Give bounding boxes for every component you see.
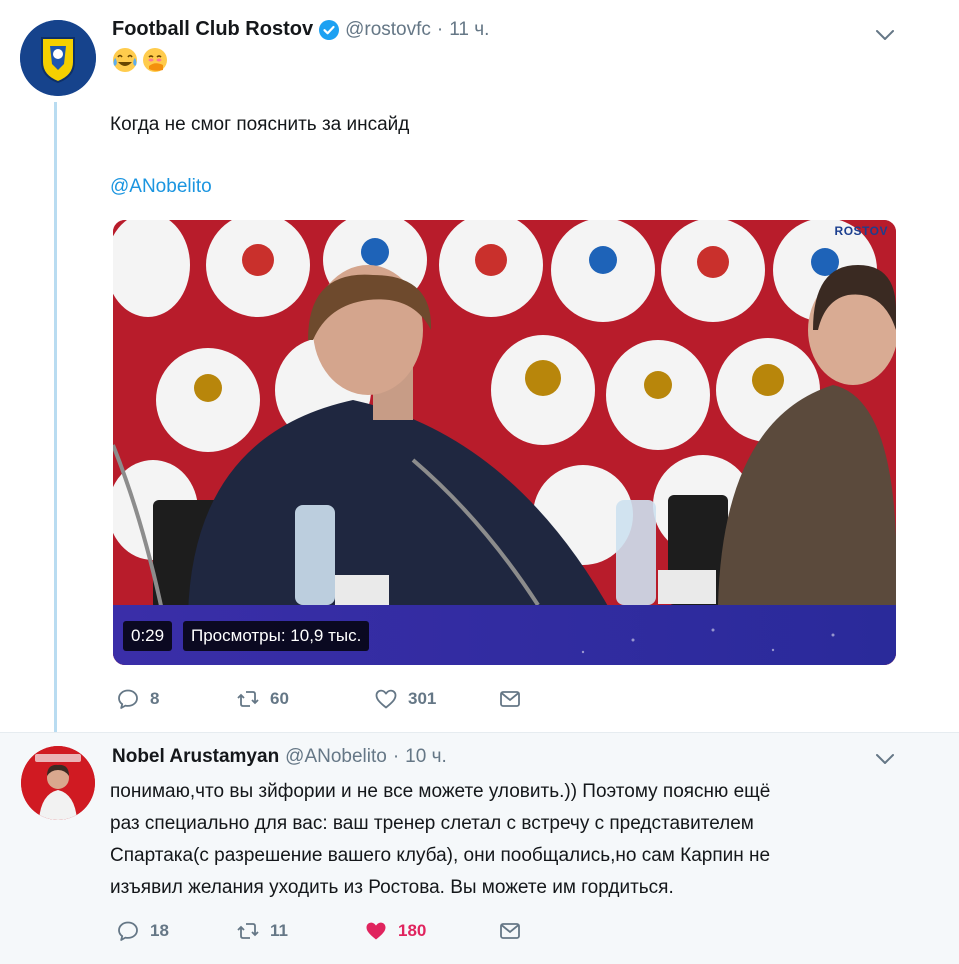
profile-photo-icon [21,746,95,820]
reply-text-line: понимаю,что вы зйфории и не все можете у… [110,781,771,802]
like-count: 301 [408,689,437,708]
retweet-icon [237,691,259,707]
reply-time[interactable]: 10 ч. [405,746,447,768]
reply-count: 8 [150,689,160,708]
like-button-active[interactable]: 180 [364,919,498,943]
author-handle[interactable]: @rostovfc [345,19,431,41]
direct-message-button[interactable] [498,919,522,943]
reply-text-line: Спартака(с разрешение вашего клуба), они… [110,845,771,866]
tweet-main[interactable]: Football Club Rostov @rostovfc · 11 ч. К… [0,0,959,742]
tweet-actions: 8 60 301 [116,687,522,711]
reply-button[interactable]: 18 [116,919,236,943]
reply-header: Nobel Arustamyan @ANobelito · 10 ч. [112,746,447,768]
heart-icon [375,689,397,709]
crying-laughing-emoji-icon [113,48,137,72]
hand-over-mouth-emoji-icon [143,48,167,72]
tweet-header: Football Club Rostov @rostovfc · 11 ч. [112,18,489,41]
reply-icon [118,689,138,709]
verified-badge-icon [319,19,340,40]
thread-connector [54,102,57,742]
reply-actions: 18 11 180 [116,919,522,943]
avatar-nobel-arustamyan[interactable] [21,746,95,820]
like-count: 180 [398,921,427,940]
retweet-icon [237,923,259,939]
retweet-count: 11 [270,921,288,940]
video-views: Просмотры: 10,9 тыс. [183,621,370,651]
tweet-text: Когда не смог пояснить за инсайд [110,114,410,135]
separator-dot: · [436,18,444,40]
reply-text-line: раз специально для вас: ваш тренер слета… [110,813,754,834]
retweet-count: 60 [270,689,289,708]
mention-link[interactable]: @ANobelito [110,176,212,198]
reply-author-name[interactable]: Nobel Arustamyan [112,746,279,768]
separator-dot: · [392,746,400,767]
emoji-row [111,46,169,74]
reply-button[interactable]: 8 [116,687,236,711]
reply-text: понимаю,что вы зйфории и не все можете у… [110,776,910,904]
envelope-icon [500,691,520,707]
video-duration: 0:29 [123,621,173,651]
video-frame [113,220,896,665]
envelope-icon [500,923,520,939]
reply-text-line: изъявил желания уходить из Ростова. Вы м… [110,877,674,898]
author-name[interactable]: Football Club Rostov [112,18,313,41]
club-crest-icon [20,20,96,96]
chevron-down-icon[interactable] [874,28,896,42]
video-watermark: ROSTOV [834,224,888,238]
reply-icon [118,921,138,941]
retweet-button[interactable]: 11 [236,919,364,943]
video-player[interactable]: ROSTOV 0:29 Просмотры: 10,9 тыс. [113,220,896,665]
retweet-button[interactable]: 60 [236,687,374,711]
like-button[interactable]: 301 [374,687,498,711]
reply-author-handle[interactable]: @ANobelito [285,746,387,768]
direct-message-button[interactable] [498,687,522,711]
tweet-time[interactable]: 11 ч. [449,19,489,41]
reply-count: 18 [150,921,169,940]
avatar-fc-rostov[interactable] [20,20,96,96]
heart-filled-icon [366,922,386,940]
chevron-down-icon[interactable] [874,752,896,766]
